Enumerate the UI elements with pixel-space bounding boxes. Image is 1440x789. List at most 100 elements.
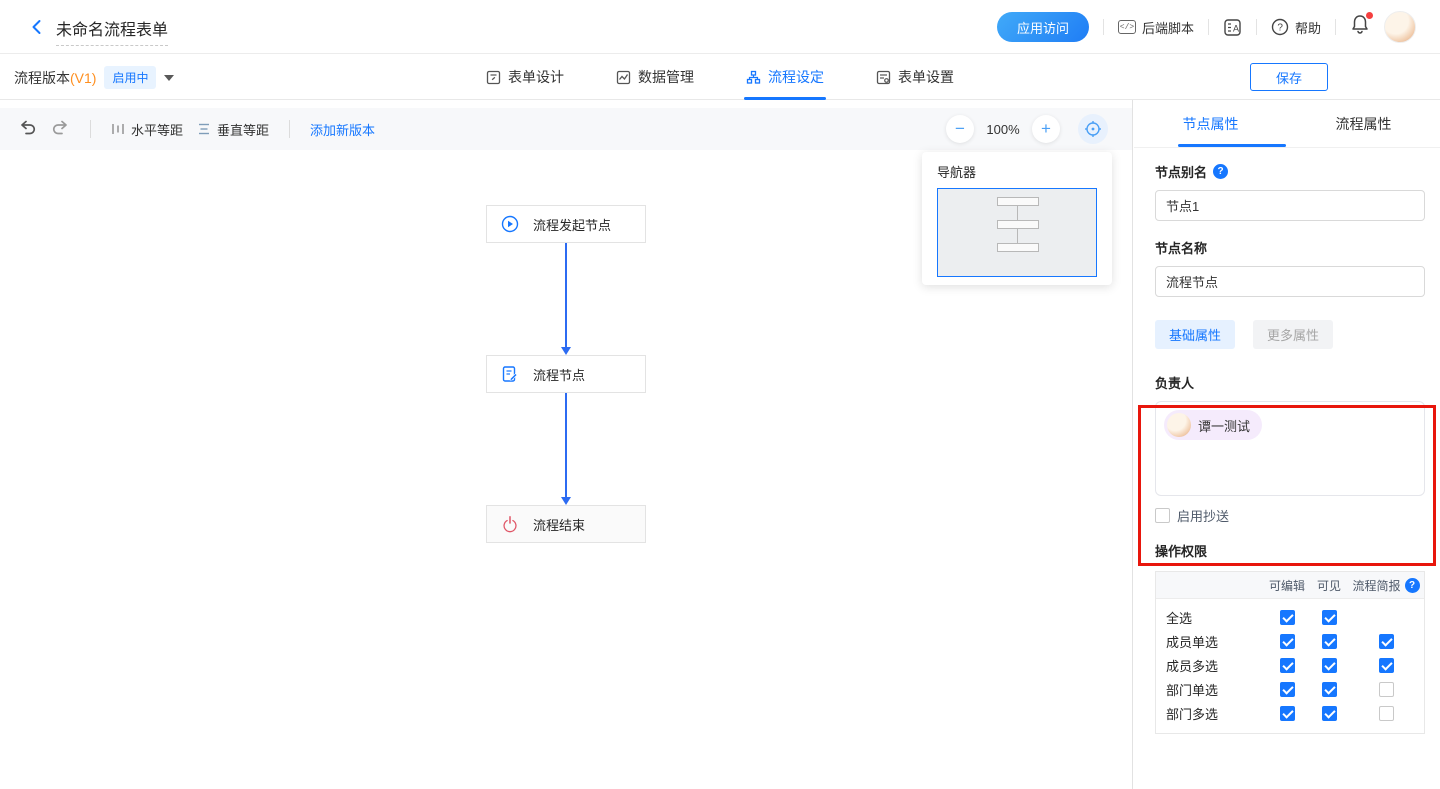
mini-edge	[1017, 206, 1018, 220]
page-title[interactable]: 未命名流程表单	[56, 16, 168, 46]
tab-process-setting[interactable]: 流程设定	[746, 54, 824, 100]
editable-checkbox[interactable]	[1280, 682, 1295, 697]
report-checkbox[interactable]	[1379, 682, 1394, 697]
main-tabs: 表单设计 数据管理 流程设定	[0, 54, 1440, 100]
owner-name: 谭一测试	[1198, 416, 1250, 435]
node-alias-input[interactable]	[1155, 190, 1425, 221]
node-name-label: 节点名称	[1155, 238, 1207, 257]
horizontal-spacing-button[interactable]: 水平等距	[111, 120, 183, 139]
help-question-icon[interactable]: ?	[1213, 164, 1228, 179]
redo-icon	[51, 119, 70, 136]
chevron-left-icon	[29, 19, 45, 35]
visible-checkbox[interactable]	[1322, 658, 1337, 673]
owner-label-row: 负责人	[1155, 373, 1425, 392]
node-label: 流程节点	[533, 365, 585, 384]
node-end[interactable]: 流程结束	[486, 505, 646, 543]
editable-checkbox[interactable]	[1280, 658, 1295, 673]
node-name-input[interactable]	[1155, 266, 1425, 297]
node-start[interactable]: 流程发起节点	[486, 205, 646, 243]
zoom-controls: − 100% +	[946, 114, 1108, 144]
panel-body: 节点别名 ? 节点名称 基础属性 更多属性 负责人 谭一测试	[1134, 148, 1440, 734]
top-header: 未命名流程表单 应用访问 </> 后端脚本 A	[0, 0, 1440, 54]
panel-tabs: 节点属性 流程属性	[1134, 100, 1440, 148]
editable-checkbox[interactable]	[1280, 706, 1295, 721]
perm-row-label: 部门多选	[1156, 704, 1264, 723]
perm-row-label: 全选	[1156, 608, 1264, 627]
perm-row-member-multi: 成员多选	[1156, 653, 1424, 677]
language-icon: A	[1223, 18, 1242, 37]
flow-edge	[565, 393, 567, 498]
fit-view-button[interactable]	[1078, 114, 1108, 144]
form-settings-icon	[876, 70, 891, 85]
permissions-body: 全选 成员单选 成员多选	[1156, 599, 1424, 733]
visible-checkbox[interactable]	[1322, 706, 1337, 721]
language-button[interactable]: A	[1223, 18, 1242, 37]
basic-properties-button[interactable]: 基础属性	[1155, 320, 1235, 349]
save-button[interactable]: 保存	[1250, 63, 1328, 91]
node-name-label-row: 节点名称	[1155, 238, 1425, 257]
undo-button[interactable]	[18, 119, 37, 139]
flow-edge	[565, 243, 567, 348]
notification-badge	[1366, 12, 1373, 19]
navigator-minimap[interactable]	[937, 188, 1097, 277]
undo-icon	[18, 119, 37, 136]
notifications-button[interactable]	[1350, 14, 1370, 40]
more-properties-button[interactable]: 更多属性	[1253, 320, 1333, 349]
editable-checkbox[interactable]	[1280, 610, 1295, 625]
user-avatar[interactable]	[1384, 11, 1416, 43]
owner-chip[interactable]: 谭一测试	[1164, 410, 1262, 440]
divider	[289, 120, 290, 138]
mini-node	[997, 220, 1039, 229]
tab-data-management[interactable]: 数据管理	[616, 54, 694, 100]
col-editable: 可编辑	[1264, 577, 1310, 594]
version-tab-bar: 流程版本(V1) 启用中 表单设计 数据管理	[0, 54, 1440, 100]
perm-row-label: 成员多选	[1156, 656, 1264, 675]
report-checkbox[interactable]	[1379, 634, 1394, 649]
locate-icon	[1084, 120, 1102, 138]
help-button[interactable]: ? 帮助	[1271, 18, 1321, 37]
visible-checkbox[interactable]	[1322, 682, 1337, 697]
back-button[interactable]	[24, 14, 50, 40]
divider	[1256, 19, 1257, 35]
divider	[1335, 19, 1336, 35]
visible-checkbox[interactable]	[1322, 634, 1337, 649]
divider	[90, 120, 91, 138]
vertical-spacing-button[interactable]: 垂直等距	[197, 120, 269, 139]
zoom-out-button[interactable]: −	[946, 115, 974, 143]
tab-form-settings[interactable]: 表单设置	[876, 54, 954, 100]
zoom-in-button[interactable]: +	[1032, 115, 1060, 143]
enable-cc-row: 启用抄送	[1155, 506, 1425, 525]
enable-cc-checkbox[interactable]	[1155, 508, 1170, 523]
tab-label: 表单设计	[508, 67, 564, 87]
app-access-button[interactable]: 应用访问	[997, 12, 1089, 42]
svg-text:?: ?	[1277, 23, 1283, 34]
code-icon: </>	[1118, 20, 1136, 34]
property-mode-switch: 基础属性 更多属性	[1155, 320, 1425, 349]
add-version-button[interactable]: 添加新版本	[310, 120, 375, 139]
redo-button[interactable]	[51, 119, 70, 139]
tab-process-properties[interactable]: 流程属性	[1287, 100, 1440, 147]
active-tab-underline	[1178, 144, 1286, 147]
flow-canvas[interactable]: 水平等距 垂直等距 添加新版本 − 100% +	[0, 100, 1133, 789]
divider	[1208, 19, 1209, 35]
tab-node-properties[interactable]: 节点属性	[1134, 100, 1287, 147]
svg-text:A: A	[1233, 23, 1239, 33]
permissions-title: 操作权限	[1155, 541, 1425, 560]
tab-form-design[interactable]: 表单设计	[486, 54, 564, 100]
data-management-icon	[616, 70, 631, 85]
report-checkbox[interactable]	[1379, 658, 1394, 673]
vertical-spacing-icon	[197, 122, 211, 136]
power-icon	[501, 515, 519, 533]
navigator-panel: 导航器	[922, 152, 1112, 285]
perm-row-label: 部门单选	[1156, 680, 1264, 699]
permissions-table: 可编辑 可见 流程简报 ? 全选 成员单选	[1155, 571, 1425, 734]
backend-script-button[interactable]: </> 后端脚本	[1118, 18, 1194, 37]
owner-picker[interactable]: 谭一测试	[1155, 401, 1425, 496]
help-label: 帮助	[1295, 18, 1321, 37]
vertical-spacing-label: 垂直等距	[217, 120, 269, 139]
node-process[interactable]: 流程节点	[486, 355, 646, 393]
visible-checkbox[interactable]	[1322, 610, 1337, 625]
report-help-icon[interactable]: ?	[1405, 578, 1420, 593]
report-checkbox[interactable]	[1379, 706, 1394, 721]
editable-checkbox[interactable]	[1280, 634, 1295, 649]
